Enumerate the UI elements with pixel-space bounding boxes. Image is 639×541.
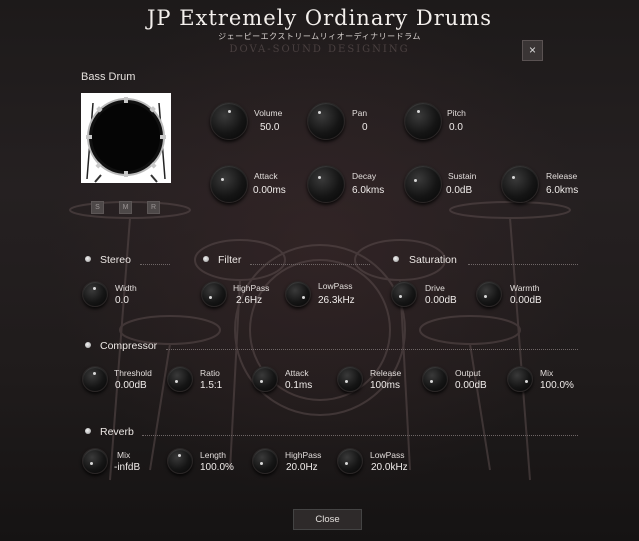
compressor-mix-knob[interactable] (507, 366, 533, 392)
compressor-attack-knob[interactable] (252, 366, 278, 392)
section-divider (468, 264, 578, 265)
release-knob[interactable] (501, 165, 539, 203)
reverb-lowpass-label: LowPass (370, 450, 405, 460)
reverb-mix-label: Mix (117, 450, 131, 460)
pitch-value: 0.0 (449, 122, 463, 133)
filter-highpass-knob[interactable] (201, 281, 227, 307)
reverb-highpass-label: HighPass (285, 450, 322, 460)
filter-lowpass-label: LowPass (318, 281, 353, 291)
compressor-output-label: Output (455, 368, 481, 378)
pitch-knob[interactable] (404, 102, 442, 140)
sustain-knob[interactable] (404, 165, 442, 203)
saturation-title: Saturation (409, 254, 457, 266)
volume-knob[interactable] (210, 102, 248, 140)
volume-label: Volume (254, 108, 283, 118)
compressor-mix-label: Mix (540, 368, 554, 378)
compressor-threshold-value: 0.00dB (115, 380, 147, 391)
reverb-mix-value: -infdB (114, 462, 141, 473)
stereo-width-knob[interactable] (82, 281, 108, 307)
pan-knob[interactable] (307, 102, 345, 140)
filter-lowpass-knob[interactable] (285, 281, 311, 307)
section-divider (250, 264, 370, 265)
saturation-drive-value: 0.00dB (425, 295, 457, 306)
filter-title: Filter (218, 254, 242, 266)
section-divider (140, 264, 170, 265)
decay-label: Decay (352, 171, 377, 181)
sustain-label: Sustain (448, 171, 477, 181)
instrument-name: Bass Drum (81, 71, 136, 83)
decay-value: 6.0kms (352, 185, 385, 196)
reverb-length-knob[interactable] (167, 448, 193, 474)
release-value: 6.0kms (546, 185, 579, 196)
reverb-highpass-knob[interactable] (252, 448, 278, 474)
compressor-output-knob[interactable] (422, 366, 448, 392)
reverb-highpass-value: 20.0Hz (286, 462, 318, 473)
compressor-ratio-label: Ratio (200, 368, 220, 378)
reverb-length-label: Length (200, 450, 226, 460)
volume-value: 50.0 (260, 122, 280, 133)
compressor-release-value: 100ms (370, 380, 401, 391)
pitch-label: Pitch (447, 108, 466, 118)
attack-knob[interactable] (210, 165, 248, 203)
compressor-release-knob[interactable] (337, 366, 363, 392)
sustain-value: 0.0dB (446, 185, 473, 196)
close-button[interactable]: Close (293, 509, 362, 530)
compressor-threshold-label: Threshold (114, 368, 152, 378)
reverb-lowpass-knob[interactable] (337, 448, 363, 474)
compressor-ratio-knob[interactable] (167, 366, 193, 392)
compressor-attack-label: Attack (285, 368, 309, 378)
filter-lowpass-value: 26.3kHz (318, 295, 355, 306)
reverb-title: Reverb (100, 426, 134, 438)
brand-watermark: DOVA-SOUND DESIGNING (229, 44, 410, 55)
reverb-mix-knob[interactable] (82, 448, 108, 474)
saturation-warmth-knob[interactable] (476, 281, 502, 307)
compressor-threshold-knob[interactable] (82, 366, 108, 392)
app-title: JP Extremely Ordinary Drums (146, 6, 493, 30)
compressor-release-label: Release (370, 368, 402, 378)
close-icon[interactable]: × (522, 40, 543, 61)
compressor-attack-value: 0.1ms (285, 380, 313, 391)
release-label: Release (546, 171, 578, 181)
attack-value: 0.00ms (253, 185, 286, 196)
compressor-title: Compressor (100, 340, 158, 352)
filter-toggle-icon[interactable] (203, 256, 209, 262)
saturation-drive-knob[interactable] (391, 281, 417, 307)
bass-drum-image (81, 93, 171, 183)
compressor-mix-value: 100.0% (540, 380, 574, 391)
stereo-toggle-icon[interactable] (85, 256, 91, 262)
stereo-width-label: Width (115, 283, 137, 293)
section-divider (166, 349, 578, 350)
reset-button[interactable]: R (147, 201, 160, 214)
compressor-ratio-value: 1.5:1 (200, 380, 223, 391)
decay-knob[interactable] (307, 165, 345, 203)
filter-highpass-label: HighPass (233, 283, 270, 293)
stereo-title: Stereo (100, 254, 131, 266)
attack-label: Attack (254, 171, 278, 181)
compressor-output-value: 0.00dB (455, 380, 487, 391)
filter-highpass-value: 2.6Hz (236, 295, 263, 306)
reverb-lowpass-value: 20.0kHz (371, 462, 408, 473)
solo-button[interactable]: S (91, 201, 104, 214)
saturation-drive-label: Drive (425, 283, 445, 293)
mute-button[interactable]: M (119, 201, 132, 214)
saturation-warmth-label: Warmth (510, 283, 540, 293)
pan-label: Pan (352, 108, 368, 118)
pan-value: 0 (362, 122, 368, 133)
app-subtitle: ジェーピーエクストリームリィオーディナリードラム (218, 32, 421, 41)
saturation-warmth-value: 0.00dB (510, 295, 542, 306)
compressor-toggle-icon[interactable] (85, 342, 91, 348)
section-divider (142, 435, 578, 436)
reverb-toggle-icon[interactable] (85, 428, 91, 434)
saturation-toggle-icon[interactable] (393, 256, 399, 262)
reverb-length-value: 100.0% (200, 462, 234, 473)
stereo-width-value: 0.0 (115, 295, 129, 306)
